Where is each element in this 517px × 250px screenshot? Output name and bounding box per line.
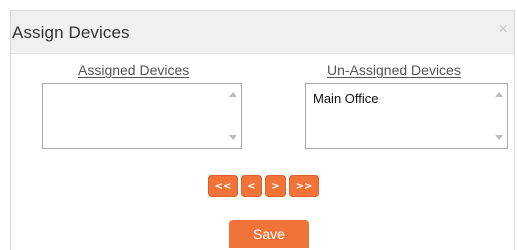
save-button[interactable]: Save xyxy=(229,220,309,248)
assigned-list-scrollbar[interactable] xyxy=(226,84,241,148)
scroll-down-icon[interactable] xyxy=(495,135,503,140)
scroll-down-icon[interactable] xyxy=(229,135,237,140)
dialog-title: Assign Devices xyxy=(12,23,130,42)
unassigned-list-scrollbar[interactable] xyxy=(492,84,507,148)
scroll-up-icon[interactable] xyxy=(229,92,237,97)
unassigned-list-items: Main Office xyxy=(313,91,379,106)
move-buttons-group: << < > >> xyxy=(208,175,319,197)
list-item[interactable]: Main Office xyxy=(313,91,379,106)
assigned-devices-list[interactable] xyxy=(42,83,242,149)
scroll-up-icon[interactable] xyxy=(495,92,503,97)
dialog-header: Assign Devices × xyxy=(11,11,514,54)
unassigned-devices-label: Un-Assigned Devices xyxy=(327,62,461,78)
move-all-left-button[interactable]: << xyxy=(208,175,238,197)
unassigned-devices-list[interactable]: Main Office xyxy=(305,83,508,149)
assigned-devices-label: Assigned Devices xyxy=(78,62,190,78)
move-left-button[interactable]: < xyxy=(241,175,262,197)
close-icon[interactable]: × xyxy=(498,20,508,37)
move-all-right-button[interactable]: >> xyxy=(289,175,319,197)
move-right-button[interactable]: > xyxy=(265,175,286,197)
